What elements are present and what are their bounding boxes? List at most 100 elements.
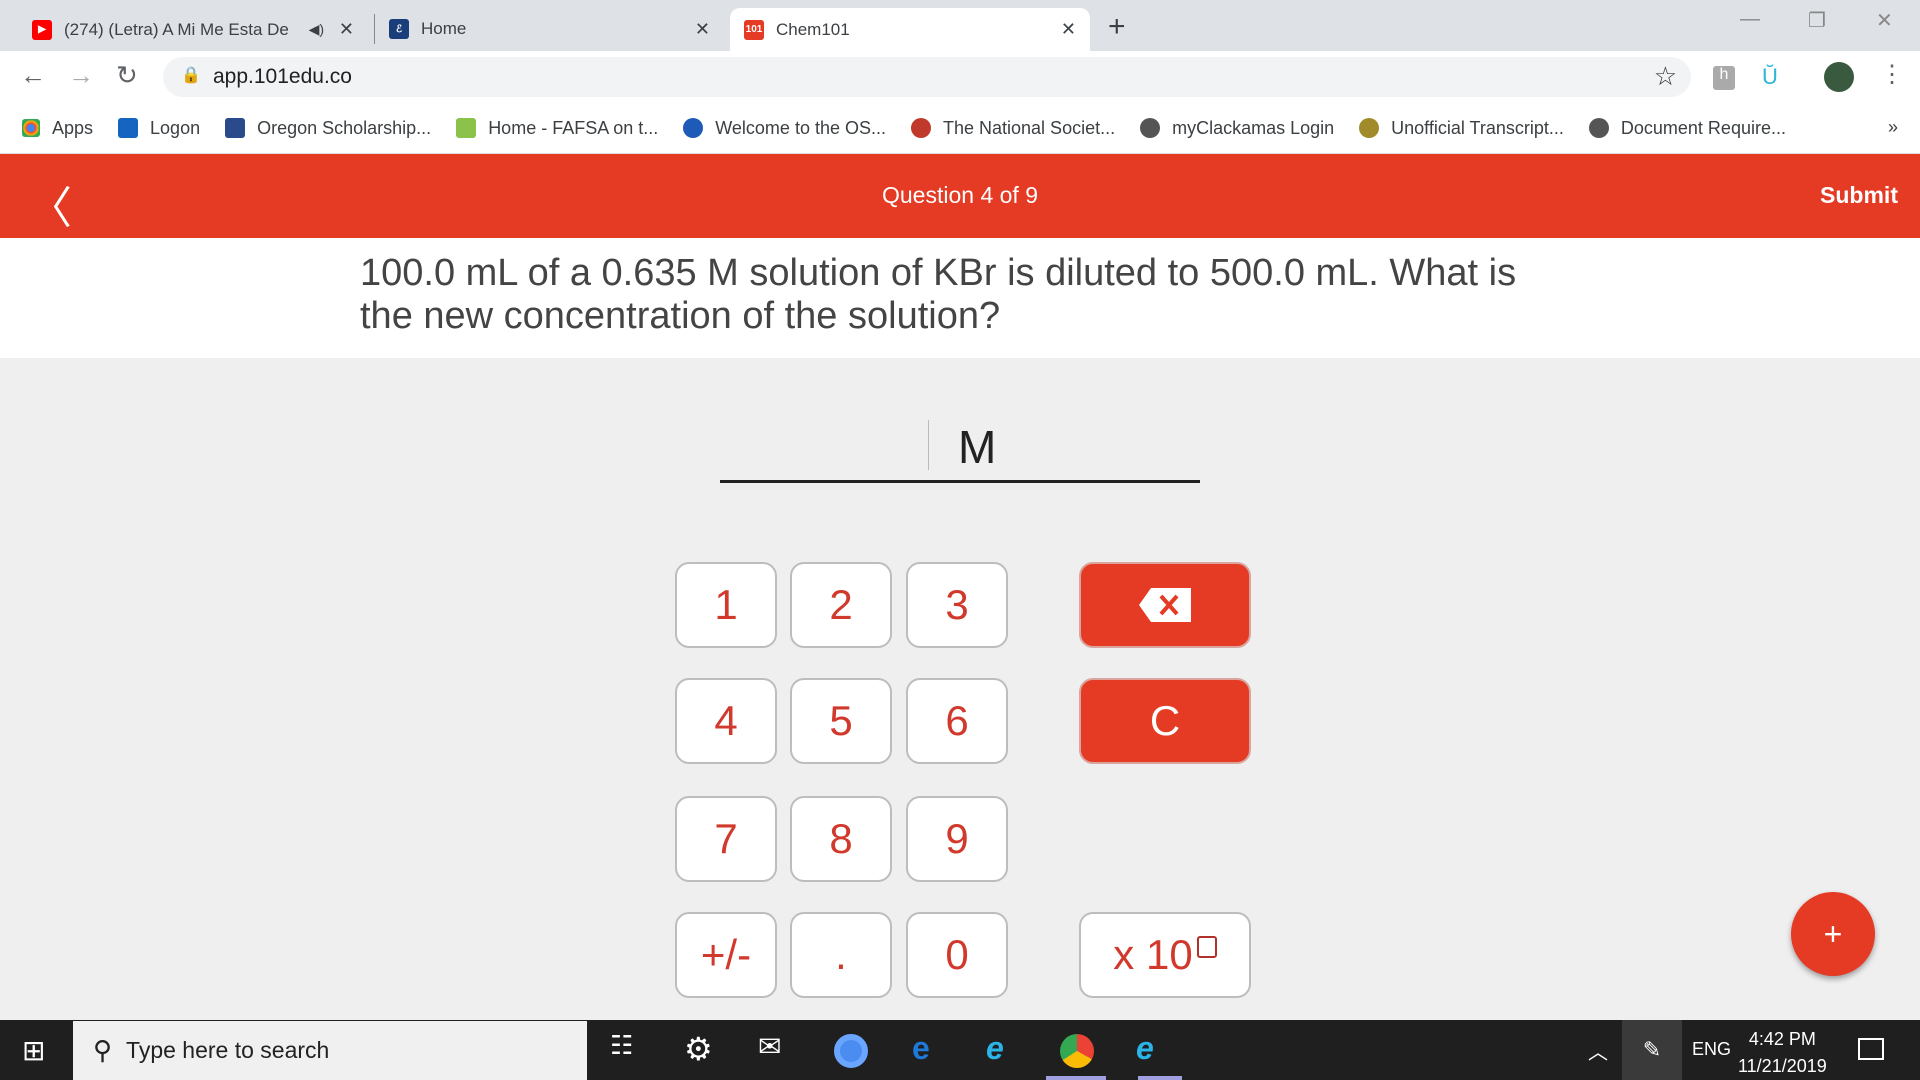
backspace-button[interactable] [1079,562,1251,648]
chem101-icon: 101 [744,19,764,40]
key-3[interactable]: 3 [906,562,1008,648]
exponent-button[interactable]: x 10 [1079,912,1251,998]
globe-icon [1140,118,1161,138]
bookmark-logon[interactable]: Logon [118,118,200,139]
bookmark-label: Document Require... [1620,117,1786,138]
exponent-box-icon [1196,936,1217,958]
restore-button[interactable]: ❐ [1808,8,1826,33]
key-0[interactable]: 0 [906,912,1008,998]
menu-icon[interactable]: ⋮ [1880,60,1904,89]
submit-button[interactable]: Submit [1820,182,1898,209]
mail-icon[interactable]: ✉ [758,1030,781,1063]
minimize-button[interactable]: — [1740,8,1760,31]
windows-start-icon[interactable]: ⊞ [22,1034,45,1067]
youtube-icon: ▶ [32,19,52,40]
close-window-button[interactable]: ✕ [1876,8,1893,33]
address-bar[interactable]: 🔒 app.101edu.co ☆ [163,57,1691,97]
question-panel: 100.0 mL of a 0.635 M solution of KBr is… [0,238,1920,358]
taskbar-clock[interactable]: 4:42 PM 11/21/2019 [1738,1026,1827,1080]
bookmark-transcript[interactable]: Unofficial Transcript... [1359,118,1564,139]
audio-icon: ◀) [308,21,324,37]
chrome-icon[interactable] [1060,1034,1094,1068]
scholarship-icon [225,118,246,138]
globe-icon [1588,118,1609,138]
bookmark-label: myClackamas Login [1172,117,1335,138]
apps-grid-icon [22,119,40,137]
bookmark-label: Oregon Scholarship... [257,117,432,138]
edge-icon[interactable]: e [912,1030,930,1067]
answer-unit: M [958,421,997,473]
task-view-icon[interactable]: ☷ [610,1030,633,1061]
close-tab-icon[interactable]: ✕ [339,19,354,40]
fafsa-icon [456,118,477,138]
extension-owl-icon[interactable]: Ŭ [1762,64,1778,90]
bookmark-star-icon[interactable]: ☆ [1654,61,1677,92]
browser-tab-bar: ▶ (274) (Letra) A Mi Me Esta De ◀) ✕ ℰ H… [0,0,1920,51]
bookmark-document[interactable]: Document Require... [1588,117,1786,139]
forward-icon[interactable]: → [68,60,94,91]
key-decimal[interactable]: . [790,912,892,998]
star-person-icon [683,118,704,138]
clock-time: 4:42 PM [1748,1029,1816,1049]
lock-icon: 🔒 [181,67,201,84]
internet-explorer-icon[interactable]: e [1136,1030,1154,1067]
tab-title: Chem101 [776,19,850,39]
key-8[interactable]: 8 [790,796,892,882]
close-tab-icon[interactable]: ✕ [695,19,710,40]
key-2[interactable]: 2 [790,562,892,648]
key-6[interactable]: 6 [906,678,1008,764]
tab-home[interactable]: ℰ Home ✕ [374,14,724,44]
bookmark-label: Logon [150,117,201,138]
more-bookmarks-button[interactable]: » [1888,117,1898,138]
bookmark-myclackamas[interactable]: myClackamas Login [1140,118,1334,139]
bookmark-oregon-scholarship[interactable]: Oregon Scholarship... [225,118,431,139]
notifications-icon[interactable] [1858,1038,1884,1060]
new-tab-button[interactable]: + [1108,10,1126,44]
show-hidden-icons-chevron-icon[interactable]: ︿ [1588,1036,1608,1065]
back-icon[interactable]: ← [20,60,46,91]
bookmark-label: Welcome to the OS... [715,117,886,138]
close-tab-icon[interactable]: ✕ [1061,19,1076,40]
answer-underline [720,480,1200,483]
language-indicator[interactable]: ENG [1692,1039,1731,1060]
question-text: 100.0 mL of a 0.635 M solution of KBr is… [360,252,1517,337]
key-5[interactable]: 5 [790,678,892,764]
key-1[interactable]: 1 [675,562,777,648]
logon-icon [118,118,139,138]
taskbar-search[interactable]: ⚲ Type here to search [73,1021,587,1080]
clock-date: 11/21/2019 [1738,1056,1827,1076]
bookmark-national-society[interactable]: The National Societ... [911,118,1115,139]
key-4[interactable]: 4 [675,678,777,764]
internet-explorer-icon[interactable]: e [986,1030,1004,1067]
tab-title: (274) (Letra) A Mi Me Esta De [64,19,289,39]
question-header: 〈 Question 4 of 9 Submit [0,154,1920,238]
profile-avatar[interactable] [1824,62,1854,92]
seal-icon [1359,118,1380,138]
key-sign[interactable]: +/- [675,912,777,998]
tab-youtube[interactable]: ▶ (274) (Letra) A Mi Me Esta De ◀) ✕ [18,8,368,51]
bookmark-label: Home - FAFSA on t... [488,117,659,138]
bookmark-apps[interactable]: Apps [22,118,93,139]
url-text: app.101edu.co [213,65,352,88]
bookmarks-bar: Apps Logon Oregon Scholarship... Home - … [0,103,1920,154]
clear-button[interactable]: C [1079,678,1251,764]
reload-icon[interactable]: ↻ [116,60,138,91]
extension-h-icon[interactable]: h [1713,66,1735,90]
settings-gear-icon[interactable]: ⚙ [684,1030,713,1068]
chromium-icon[interactable] [834,1034,868,1068]
question-counter: Question 4 of 9 [882,182,1038,208]
active-app-indicator [1046,1076,1106,1080]
bookmark-fafsa[interactable]: Home - FAFSA on t... [456,118,658,139]
tab-chem101[interactable]: 101 Chem101 ✕ [730,8,1090,51]
pen-icon[interactable]: ✎ [1622,1020,1682,1080]
backspace-icon [1139,588,1191,622]
key-7[interactable]: 7 [675,796,777,882]
key-9[interactable]: 9 [906,796,1008,882]
search-icon: ⚲ [93,1035,113,1065]
bookmark-os[interactable]: Welcome to the OS... [683,118,886,139]
windows-taskbar: ⊞ ⚲ Type here to search ☷ ⚙ ✉ e e e ︿ ✎ … [0,1020,1920,1080]
add-fab-button[interactable]: + [1791,892,1875,976]
bookmark-label: The National Societ... [943,117,1116,138]
answer-input[interactable] [720,420,928,480]
home-site-icon: ℰ [389,19,409,39]
